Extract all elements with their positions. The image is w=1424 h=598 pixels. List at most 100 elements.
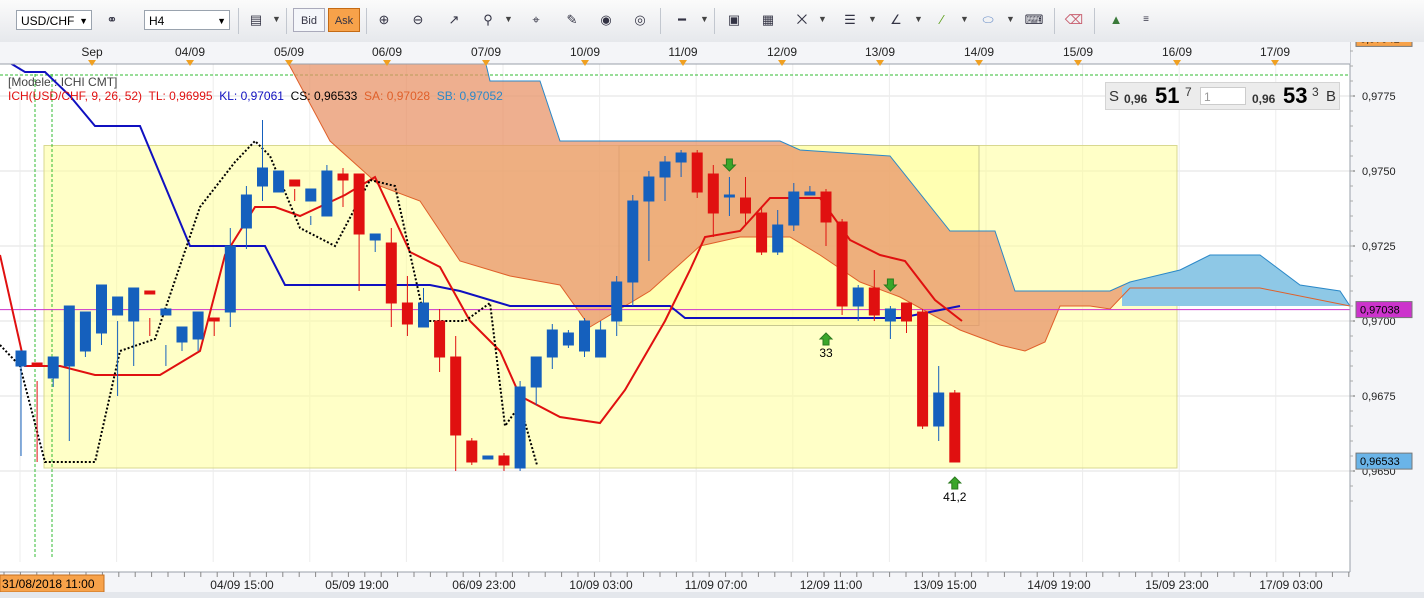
zoom-out-icon[interactable]: ⊖ [406, 8, 430, 32]
price-tick-label: 0,9775 [1362, 91, 1396, 103]
top-date-label: 17/09 [1260, 45, 1290, 59]
chevron-down-icon[interactable]: ▼ [272, 14, 281, 24]
toolbar-divider [286, 8, 287, 34]
chevron-down-icon[interactable]: ▼ [700, 14, 709, 24]
bullish-candle [788, 191, 800, 226]
bullish-candle [530, 356, 542, 388]
globe-icon[interactable]: ◎ [628, 8, 652, 32]
chevron-down-icon[interactable]: ▼ [1006, 14, 1015, 24]
top-date-label: 15/09 [1063, 45, 1093, 59]
text-tool-icon[interactable]: ⌨ [1022, 8, 1046, 32]
symbol-value: USD/CHF [21, 14, 75, 28]
chart-toolbar: USD/CHF ▼ ⚭ H4 ▼ ▤ ▼ Bid Ask ⊕ ⊖ ↗ ⚲ ▼ ⌖… [0, 0, 1424, 43]
glasses-icon[interactable]: ⚭ [100, 8, 124, 32]
bullish-candle [852, 287, 864, 307]
price-badge-label: 0,97942 [1360, 42, 1400, 45]
price-badge: 0,97038 [1355, 301, 1413, 319]
hierarchy-icon[interactable]: ▲ [1104, 8, 1128, 32]
bullish-candle [257, 167, 268, 187]
quantity-input[interactable]: 1 [1200, 87, 1246, 105]
bid-button[interactable]: Bid [293, 8, 325, 32]
lines-icon[interactable]: ☰ [838, 8, 862, 32]
sell-pipette: 7 [1185, 85, 1192, 99]
bearish-candle [917, 311, 929, 427]
edit-chart-icon[interactable]: ✎ [560, 8, 584, 32]
image-icon[interactable]: ▣ [722, 8, 746, 32]
bullish-candle [643, 176, 655, 202]
bearish-candle [707, 173, 719, 214]
symbol-select[interactable]: USD/CHF ▼ [16, 10, 92, 30]
bullish-candle [112, 296, 124, 316]
bullish-candle [546, 329, 558, 358]
horizontal-scrollbar [0, 592, 1424, 598]
bearish-candle [450, 356, 462, 436]
bullish-candle [79, 311, 91, 352]
bottom-date-label: 11/09 07:00 [685, 578, 748, 592]
ellipse-icon[interactable]: ⬭ [976, 8, 1000, 32]
bullish-candle [884, 308, 896, 322]
chevron-down-icon: ▼ [79, 16, 88, 26]
signal-label: 33 [819, 346, 833, 360]
ask-button[interactable]: Ask [328, 8, 360, 32]
buy-label[interactable]: B [1326, 88, 1336, 105]
zoom-in-icon[interactable]: ⊕ [372, 8, 396, 32]
chevron-down-icon[interactable]: ▼ [960, 14, 969, 24]
ichimoku-chart[interactable]: 3341,2 0,96500,96750,97000,97250,97500,9… [0, 42, 1424, 598]
price-badge: 0,96533 [1355, 452, 1413, 470]
buy-price[interactable]: 53 [1283, 83, 1307, 109]
chevron-down-icon[interactable]: ▼ [914, 14, 923, 24]
bullish-candle [224, 245, 236, 313]
tl-value: TL: 0,96995 [148, 89, 213, 103]
chart-type-icon[interactable]: ▤ [244, 8, 268, 32]
fork-icon[interactable]: ⨉ [790, 8, 814, 32]
more-icon[interactable]: ≡ [1134, 8, 1158, 32]
chevron-down-icon[interactable]: ▼ [504, 14, 513, 24]
buy-pipette: 3 [1312, 85, 1319, 99]
bearish-candle [740, 197, 751, 214]
fan-icon[interactable]: ∠ [884, 8, 908, 32]
top-date-label: 07/09 [471, 45, 501, 59]
bullish-candle [96, 284, 107, 334]
top-date-label: 12/09 [767, 45, 797, 59]
bottom-date-label: 13/09 15:00 [913, 578, 977, 592]
bearish-candle [901, 302, 912, 322]
bullish-candle [63, 305, 75, 367]
chevron-down-icon[interactable]: ▼ [818, 14, 827, 24]
eye-icon[interactable]: ◉ [594, 8, 618, 32]
bullish-candle [321, 170, 333, 217]
price-panel: S 0,96 51 7 1 0,96 53 3 B [1105, 82, 1340, 110]
toolbar-divider [714, 8, 715, 34]
bearish-candle [466, 440, 478, 463]
magnifier-icon[interactable]: ⚲ [476, 8, 500, 32]
chevron-down-icon: ▼ [217, 16, 226, 26]
eraser-icon[interactable]: ⌫ [1062, 8, 1086, 32]
bearish-candle [385, 242, 397, 304]
chevron-down-icon[interactable]: ▼ [868, 14, 877, 24]
crosshair-icon[interactable]: ⌖ [524, 8, 548, 32]
trendline-icon[interactable]: ∕ [930, 8, 954, 32]
ruler-icon[interactable]: ━ [670, 8, 694, 32]
bullish-candle [128, 287, 140, 322]
bullish-candle [595, 329, 607, 358]
bullish-candle [273, 170, 285, 193]
kl-value: KL: 0,97061 [219, 89, 284, 103]
cursor-time-label: 31/08/2018 11:00 [2, 577, 95, 591]
bullish-candle [305, 188, 317, 202]
template-icon[interactable]: ▦ [756, 8, 780, 32]
indicator-name: ICH(USD/CHF, 9, 26, 52) [8, 89, 143, 103]
sell-label[interactable]: S [1109, 88, 1119, 105]
timeframe-select[interactable]: H4 ▼ [144, 10, 230, 30]
toolbar-divider [1054, 8, 1055, 34]
cs-value: CS: 0,96533 [290, 89, 358, 103]
timeframe-value: H4 [149, 14, 165, 28]
sell-price[interactable]: 51 [1155, 83, 1179, 109]
cursor-icon[interactable]: ↗ [442, 8, 466, 32]
bottom-date-label: 12/09 11:00 [800, 578, 863, 592]
buy-prefix: 0,96 [1252, 92, 1276, 106]
signal-label: 41,2 [943, 490, 967, 504]
bearish-candle [498, 455, 510, 466]
bearish-candle [691, 152, 703, 193]
toolbar-divider [660, 8, 661, 34]
top-date-label: Sep [81, 45, 103, 59]
bottom-date-label: 14/09 19:00 [1027, 578, 1091, 592]
